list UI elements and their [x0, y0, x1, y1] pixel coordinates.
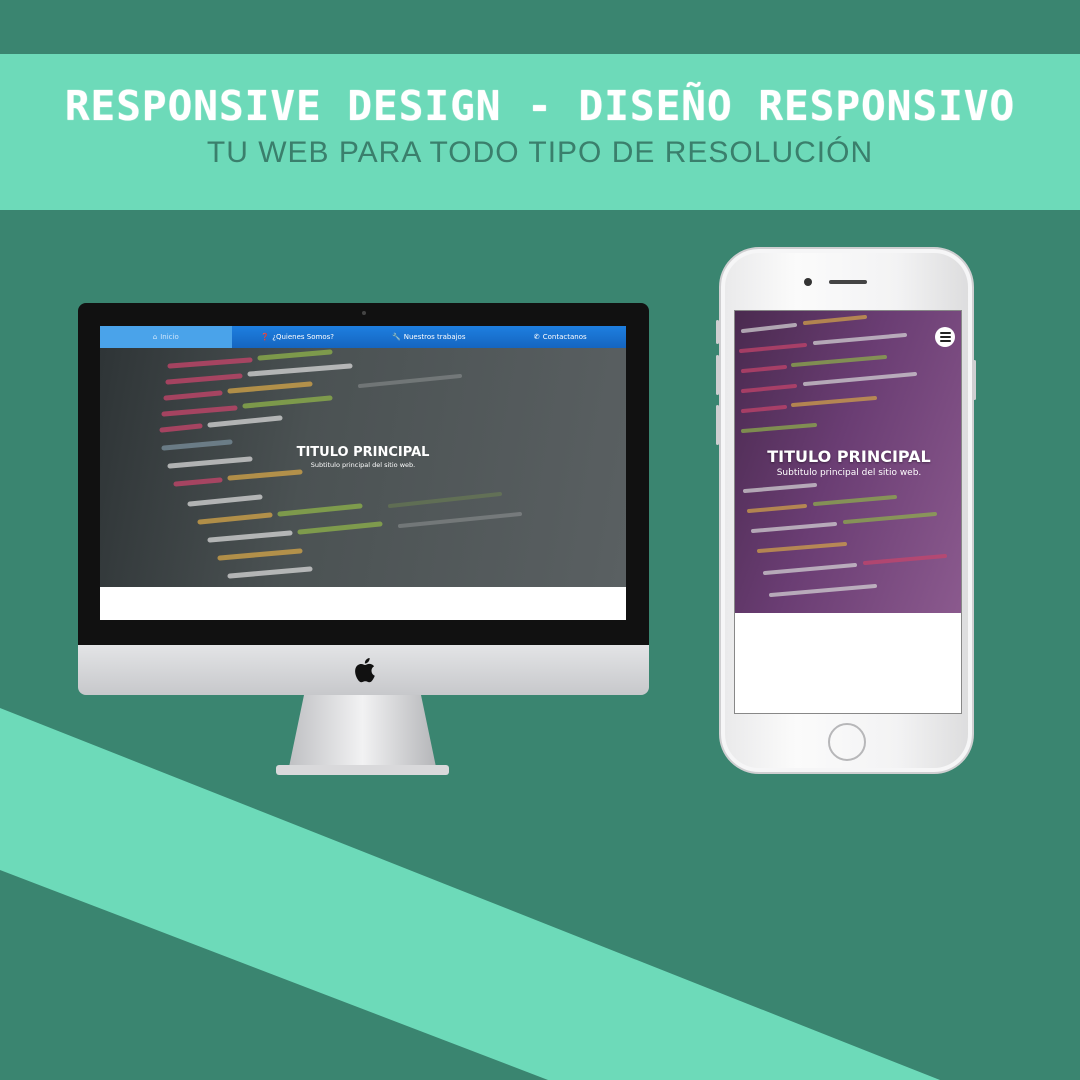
nav-label: Inicio — [160, 333, 179, 341]
nav-item-quienes-somos[interactable]: ❓ ¿Quienes Somos? — [232, 326, 364, 348]
wrench-icon: 🔧 — [392, 333, 401, 341]
desktop-screen: ⌂ Inicio ❓ ¿Quienes Somos? 🔧 Nuestros tr… — [100, 326, 626, 620]
header-banner: RESPONSIVE DESIGN - DISEÑO RESPONSIVO TU… — [0, 54, 1080, 210]
desktop-navbar: ⌂ Inicio ❓ ¿Quienes Somos? 🔧 Nuestros tr… — [100, 326, 626, 348]
phone-volume-up — [716, 355, 719, 395]
phone-camera — [804, 278, 812, 286]
desktop-hero-subtitle: Subtitulo principal del sitio web. — [310, 461, 416, 469]
imac-camera — [362, 311, 366, 315]
imac-chin — [78, 645, 649, 695]
nav-label: Nuestros trabajos — [403, 333, 466, 341]
mobile-hero-subtitle: Subtitulo principal del sitio web. — [776, 468, 922, 478]
apple-logo-icon — [349, 655, 379, 685]
phone-power-button — [973, 360, 976, 400]
phone-icon: ✆ — [533, 333, 540, 341]
mobile-hero: TITULO PRINCIPAL Subtitulo principal del… — [735, 311, 961, 613]
nav-label: ¿Quienes Somos? — [272, 333, 334, 341]
imac-stand — [276, 695, 449, 775]
home-icon: ⌂ — [152, 333, 158, 341]
phone-home-button[interactable] — [828, 723, 866, 761]
banner-title: RESPONSIVE DESIGN - DISEÑO RESPONSIVO — [64, 82, 1016, 130]
nav-item-contactanos[interactable]: ✆ Contactanos — [495, 326, 627, 348]
phone-side-button — [716, 320, 719, 344]
hamburger-menu-icon[interactable] — [935, 327, 955, 347]
banner-subtitle: TU WEB PARA TODO TIPO DE RESOLUCIÓN — [206, 136, 874, 169]
phone-volume-down — [716, 405, 719, 445]
nav-label: Contactanos — [542, 333, 587, 341]
mobile-hero-title: TITULO PRINCIPAL — [767, 447, 931, 466]
question-icon: ❓ — [260, 333, 270, 341]
nav-item-inicio[interactable]: ⌂ Inicio — [100, 326, 232, 348]
phone-speaker — [829, 280, 867, 284]
phone-device: TITULO PRINCIPAL Subtitulo principal del… — [719, 247, 974, 774]
desktop-hero-title: TITULO PRINCIPAL — [296, 445, 430, 460]
mobile-screen: TITULO PRINCIPAL Subtitulo principal del… — [734, 310, 962, 714]
nav-item-nuestros-trabajos[interactable]: 🔧 Nuestros trabajos — [363, 326, 495, 348]
